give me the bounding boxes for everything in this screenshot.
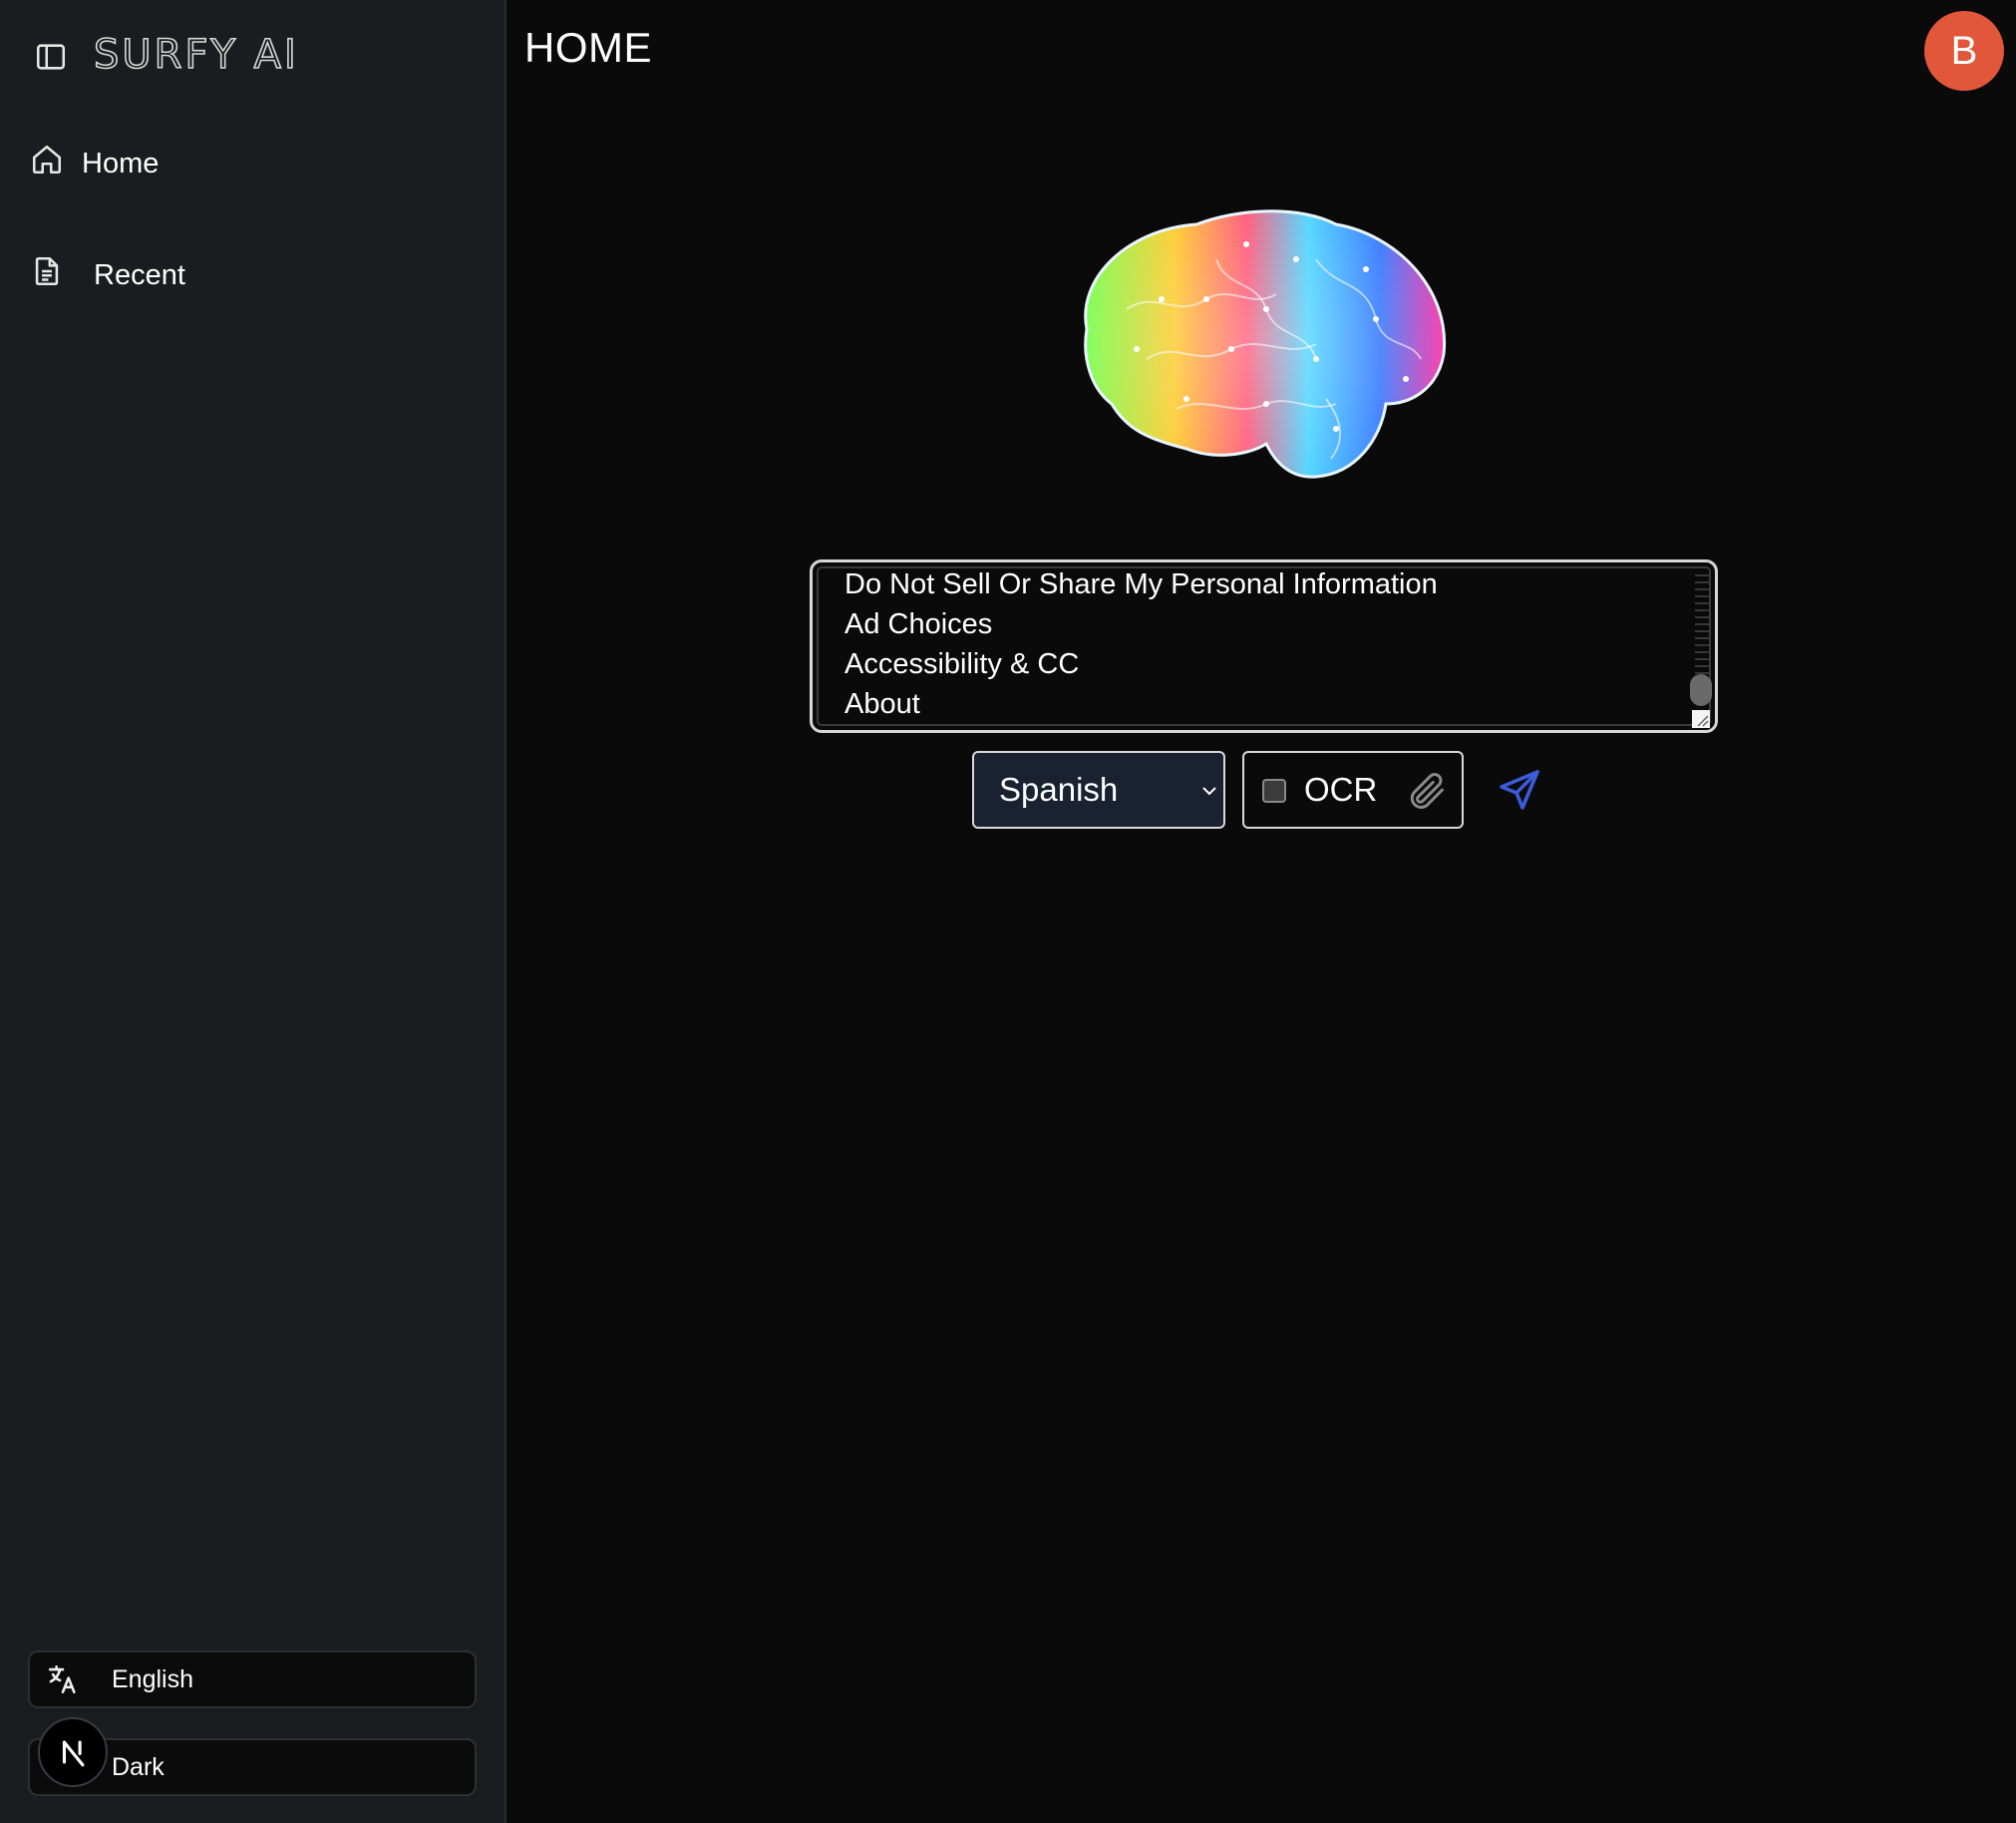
language-button-label: English	[112, 1664, 193, 1693]
theme-button-label: Dark	[112, 1752, 165, 1781]
text-line: About	[844, 688, 920, 720]
sidebar-toggle-icon[interactable]	[34, 40, 68, 74]
language-button[interactable]: English	[28, 1650, 477, 1708]
sidebar-item-home[interactable]: Home	[30, 134, 159, 193]
prompt-textarea[interactable]: Do Not Sell Or Share My Personal Informa…	[810, 559, 1718, 733]
sidebar-item-label: Recent	[94, 258, 185, 291]
sidebar: SURFY AI Home Recent English Dark	[0, 0, 506, 1823]
sidebar-item-label: Home	[82, 147, 160, 180]
target-language-value: Spanish	[999, 771, 1119, 808]
home-icon	[30, 143, 64, 184]
text-line: Accessibility & CC	[844, 648, 1080, 680]
ocr-label: OCR	[1304, 771, 1378, 808]
text-line: Do Not Sell Or Share My Personal Informa…	[844, 568, 1438, 600]
brain-illustration	[1067, 199, 1466, 499]
scrollbar-thumb[interactable]	[1690, 674, 1712, 706]
ocr-control: OCR	[1242, 751, 1464, 829]
page-title: HOME	[524, 24, 652, 71]
sidebar-item-recent[interactable]: Recent	[30, 245, 185, 305]
paperclip-icon[interactable]	[1404, 769, 1448, 813]
text-line: Ad Choices	[844, 608, 993, 640]
n-logo-icon[interactable]	[38, 1717, 108, 1787]
send-icon[interactable]	[1496, 766, 1543, 814]
brand-logo: SURFY AI	[93, 31, 299, 79]
avatar[interactable]: B	[1924, 11, 2004, 91]
target-language-select[interactable]: Spanish	[972, 751, 1225, 829]
resize-handle-icon[interactable]	[1692, 710, 1710, 728]
ocr-checkbox[interactable]	[1262, 779, 1286, 803]
textarea-content: Do Not Sell Or Share My Personal Informa…	[844, 564, 1438, 724]
document-icon	[30, 254, 64, 296]
